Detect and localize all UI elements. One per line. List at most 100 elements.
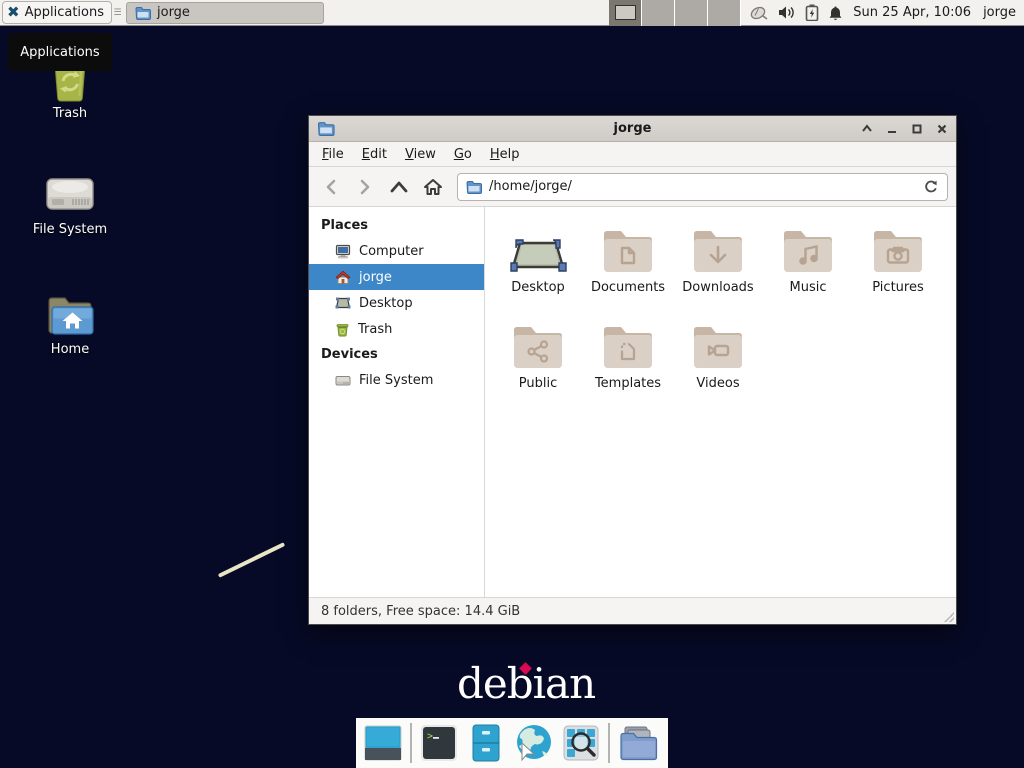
desktop-folder-icon [509, 237, 567, 275]
sidebar-item-desktop[interactable]: Desktop [309, 290, 484, 316]
folder-icon [466, 180, 482, 194]
back-button[interactable] [317, 173, 345, 201]
file-label: Documents [591, 280, 665, 295]
sidebar-item-label: Computer [359, 244, 424, 259]
documents-folder-icon [600, 227, 656, 275]
file-label: Desktop [511, 280, 565, 295]
desktop-icon-home[interactable]: Home [10, 292, 130, 357]
pictures-folder-icon [870, 227, 926, 275]
computer-icon [335, 244, 351, 259]
terminal-launcher[interactable]: > [419, 723, 459, 763]
places-header: Places [309, 213, 484, 238]
desktop-icon-label: Trash [53, 106, 87, 121]
window-icon [317, 121, 335, 136]
dock-separator [410, 723, 412, 763]
file-label: Videos [696, 376, 739, 391]
workspace-2[interactable] [642, 0, 675, 26]
desktop-icon-label: File System [33, 222, 107, 237]
web-browser-launcher[interactable] [512, 723, 554, 763]
volume-icon[interactable] [778, 5, 796, 20]
devices-header: Devices [309, 342, 484, 367]
window-titlebar[interactable]: jorge [309, 116, 956, 142]
taskbar-window-button[interactable]: jorge [126, 2, 324, 24]
hard-drive-icon [43, 172, 97, 218]
location-bar[interactable]: /home/jorge/ [457, 173, 948, 201]
debian-wallpaper-logo: debian [457, 659, 595, 708]
battery-icon[interactable] [805, 4, 819, 21]
app-finder-launcher[interactable] [561, 723, 601, 763]
close-button[interactable] [936, 123, 948, 135]
file-desktop[interactable]: Desktop [493, 219, 583, 315]
file-label: Downloads [682, 280, 753, 295]
file-label: Public [519, 376, 557, 391]
up-button[interactable] [385, 173, 413, 201]
svg-text:>: > [427, 731, 433, 742]
window-title: jorge [309, 121, 956, 136]
shade-button[interactable] [861, 123, 873, 135]
forward-button[interactable] [351, 173, 379, 201]
public-folder-icon [510, 323, 566, 371]
directory-menu-launcher[interactable] [617, 723, 661, 763]
reload-icon[interactable] [923, 179, 939, 195]
templates-folder-icon [600, 323, 656, 371]
menu-edit[interactable]: Edit [353, 144, 396, 165]
workspace-3[interactable] [675, 0, 708, 26]
dock-separator [608, 723, 610, 763]
desktop-icon-file-system[interactable]: File System [10, 172, 130, 237]
sidebar-item-file-system[interactable]: File System [309, 367, 484, 393]
file-videos[interactable]: Videos [673, 315, 763, 411]
file-public[interactable]: Public [493, 315, 583, 411]
sidebar: Places Computer [309, 207, 485, 597]
show-desktop-button[interactable] [363, 723, 403, 763]
status-text: 8 folders, Free space: 14.4 GiB [321, 604, 520, 619]
file-pictures[interactable]: Pictures [853, 219, 943, 315]
panel-clock[interactable]: Sun 25 Apr, 10:06 [853, 5, 971, 20]
file-templates[interactable]: Templates [583, 315, 673, 411]
path-text[interactable]: /home/jorge/ [489, 179, 916, 194]
file-downloads[interactable]: Downloads [673, 219, 763, 315]
maximize-button[interactable] [911, 123, 923, 135]
applications-menu-icon: ✖ [7, 5, 20, 20]
workspace-4[interactable] [708, 0, 741, 26]
trash-mini-icon [335, 322, 350, 337]
status-bar: 8 folders, Free space: 14.4 GiB [309, 597, 956, 624]
taskbar-window-label: jorge [157, 5, 190, 20]
sidebar-item-computer[interactable]: Computer [309, 238, 484, 264]
menu-bar: File Edit View Go Help [309, 142, 956, 167]
file-documents[interactable]: Documents [583, 219, 673, 315]
videos-folder-icon [690, 323, 746, 371]
system-tray [749, 4, 843, 21]
sidebar-item-jorge[interactable]: jorge [309, 264, 484, 290]
minimize-button[interactable] [886, 123, 898, 135]
menu-go[interactable]: Go [445, 144, 481, 165]
workspace-switcher[interactable] [609, 0, 741, 26]
dock: > [356, 718, 668, 768]
folder-icon [135, 6, 151, 20]
menu-help[interactable]: Help [481, 144, 529, 165]
file-manager-window: jorge File Edit View Go [308, 115, 957, 625]
mouse-device-icon[interactable] [749, 5, 769, 21]
music-folder-icon [780, 227, 836, 275]
workspace-1[interactable] [609, 0, 642, 26]
panel-handle[interactable]: ☰ [112, 8, 122, 18]
wallpaper-line [218, 542, 285, 578]
sidebar-item-trash[interactable]: Trash [309, 316, 484, 342]
menu-file[interactable]: File [313, 144, 353, 165]
workspace-window-preview [615, 5, 636, 20]
sidebar-item-label: File System [359, 373, 433, 388]
home-button[interactable] [419, 173, 447, 201]
file-music[interactable]: Music [763, 219, 853, 315]
toolbar: /home/jorge/ [309, 167, 956, 207]
file-view: Desktop Documents [485, 207, 956, 597]
panel-user-label[interactable]: jorge [983, 5, 1016, 20]
top-panel: ✖ Applications ☰ jorge [0, 0, 1024, 26]
menu-view[interactable]: View [396, 144, 445, 165]
home-icon [335, 270, 351, 285]
applications-menu-button[interactable]: ✖ Applications [2, 1, 112, 24]
desktop-mini-icon [335, 296, 351, 310]
file-manager-launcher[interactable] [466, 723, 506, 763]
resize-grip[interactable] [944, 612, 954, 622]
drive-mini-icon [335, 374, 351, 387]
downloads-folder-icon [690, 227, 746, 275]
notification-bell-icon[interactable] [828, 5, 843, 21]
